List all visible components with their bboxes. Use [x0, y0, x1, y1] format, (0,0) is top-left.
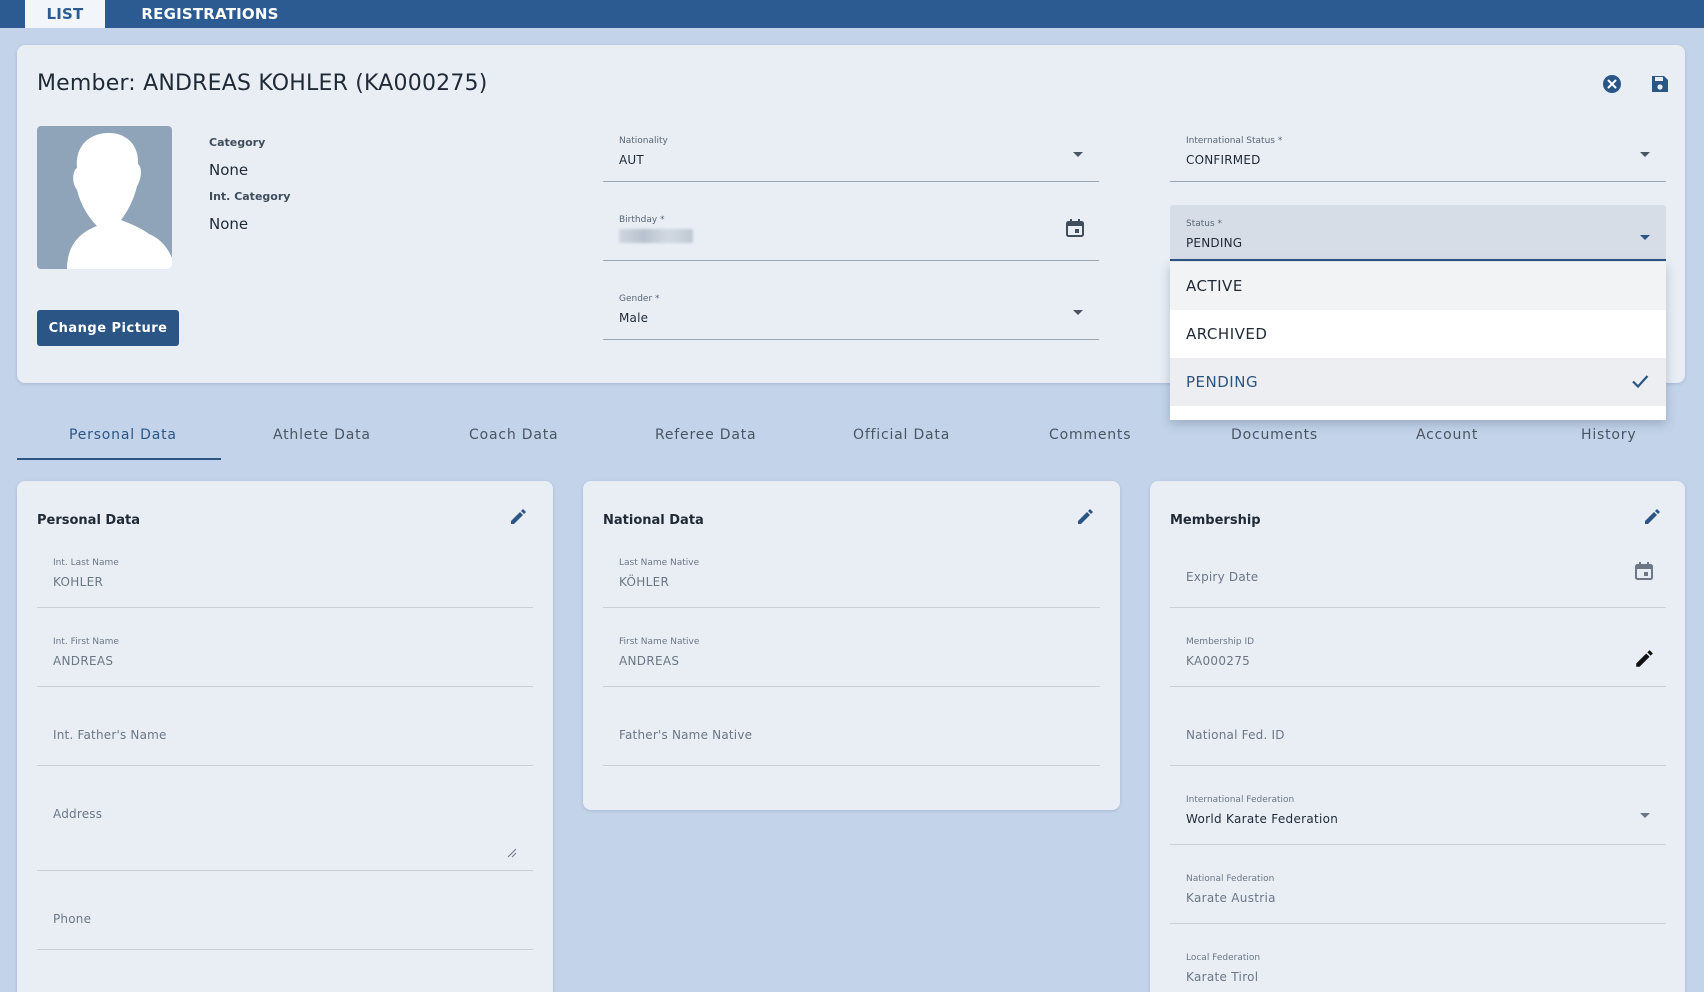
tab-list[interactable]: LIST [25, 0, 105, 28]
calendar-icon[interactable] [1065, 218, 1085, 242]
first-name-native-field[interactable]: First Name Native ANDREAS [603, 623, 1100, 687]
local-federation-label: Local Federation [1186, 953, 1261, 963]
national-federation-value: Karate Austria [1186, 891, 1276, 905]
calendar-icon[interactable] [1634, 561, 1654, 585]
pencil-icon[interactable] [509, 508, 529, 528]
chevron-down-icon [1073, 152, 1083, 157]
expiry-date-field[interactable]: Expiry Date [1170, 544, 1666, 608]
gender-label: Gender * [619, 294, 660, 304]
status-value: PENDING [1186, 236, 1243, 250]
tab-account[interactable]: Account [1416, 427, 1478, 443]
address-textarea[interactable]: Address [37, 781, 533, 871]
membership-card: Membership Expiry Date Membership ID KA0… [1150, 481, 1685, 992]
membership-id-field[interactable]: Membership ID KA000275 [1170, 623, 1666, 687]
avatar-silhouette-icon [67, 132, 172, 269]
first-name-native-value: ANDREAS [619, 654, 680, 668]
int-first-name-field[interactable]: Int. First Name ANDREAS [37, 623, 533, 687]
expiry-date-placeholder: Expiry Date [1186, 570, 1259, 584]
tab-official-data[interactable]: Official Data [853, 427, 950, 443]
membership-id-value: KA000275 [1186, 654, 1251, 668]
gender-value: Male [619, 311, 649, 325]
membership-id-label: Membership ID [1186, 637, 1255, 647]
international-federation-value: World Karate Federation [1186, 812, 1339, 826]
local-federation-value: Karate Tirol [1186, 970, 1259, 984]
address-placeholder: Address [53, 807, 103, 821]
chevron-down-icon [1640, 813, 1650, 818]
nationality-value: AUT [619, 153, 644, 167]
father-name-native-placeholder: Father's Name Native [619, 728, 753, 742]
international-status-value: CONFIRMED [1186, 153, 1261, 167]
status-option-pending[interactable]: PENDING [1170, 358, 1666, 406]
national-federation-field[interactable]: National Federation Karate Austria [1170, 860, 1666, 924]
last-name-native-value: KÖHLER [619, 575, 670, 589]
status-select[interactable]: Status * PENDING [1170, 205, 1666, 261]
father-name-native-field[interactable]: Father's Name Native [603, 702, 1100, 766]
national-data-title: National Data [603, 513, 704, 528]
resize-handle-icon[interactable] [507, 843, 517, 862]
birthday-value [619, 229, 693, 246]
birthday-label: Birthday * [619, 215, 665, 225]
first-name-native-label: First Name Native [619, 637, 700, 647]
category-label: Category [209, 136, 266, 149]
last-name-native-field[interactable]: Last Name Native KÖHLER [603, 544, 1100, 608]
page-title: Member: ANDREAS KOHLER (KA000275) [37, 71, 488, 96]
national-data-card: National Data Last Name Native KÖHLER Fi… [583, 481, 1120, 810]
tab-referee-data[interactable]: Referee Data [655, 427, 756, 443]
tab-history[interactable]: History [1581, 427, 1636, 443]
status-option-active[interactable]: ACTIVE [1170, 262, 1666, 310]
top-nav-bar: LIST REGISTRATIONS [0, 0, 1704, 28]
personal-data-card: Personal Data Int. Last Name KOHLER Int.… [17, 481, 553, 992]
tab-comments[interactable]: Comments [1049, 427, 1131, 443]
tab-personal-data[interactable]: Personal Data [69, 427, 177, 443]
national-federation-label: National Federation [1186, 874, 1275, 884]
int-father-name-placeholder: Int. Father's Name [53, 728, 167, 742]
pencil-icon[interactable] [1076, 508, 1096, 528]
nationality-select[interactable]: Nationality AUT [603, 122, 1099, 182]
local-federation-field[interactable]: Local Federation Karate Tirol [1170, 939, 1666, 992]
gender-select[interactable]: Gender * Male [603, 280, 1099, 340]
chevron-down-icon [1073, 310, 1083, 315]
membership-title: Membership [1170, 513, 1261, 528]
last-name-native-label: Last Name Native [619, 558, 700, 568]
category-value: None [209, 161, 249, 179]
national-fed-id-placeholder: National Fed. ID [1186, 728, 1285, 742]
int-first-name-label: Int. First Name [53, 637, 119, 647]
phone-placeholder: Phone [53, 912, 92, 926]
chevron-down-icon [1640, 235, 1650, 240]
close-icon[interactable] [1601, 73, 1623, 95]
international-federation-label: International Federation [1186, 795, 1295, 805]
personal-data-title: Personal Data [37, 513, 140, 528]
status-dropdown-menu: ACTIVE ARCHIVED PENDING [1170, 262, 1666, 420]
status-option-archived[interactable]: ARCHIVED [1170, 310, 1666, 358]
international-status-label: International Status * [1186, 136, 1283, 146]
active-tab-indicator [17, 458, 221, 460]
pencil-icon[interactable] [1643, 508, 1663, 528]
int-last-name-label: Int. Last Name [53, 558, 119, 568]
tab-documents[interactable]: Documents [1231, 427, 1318, 443]
int-first-name-value: ANDREAS [53, 654, 114, 668]
international-status-select[interactable]: International Status * CONFIRMED [1170, 122, 1666, 182]
status-option-pending-label: PENDING [1186, 373, 1259, 391]
int-category-label: Int. Category [209, 190, 291, 203]
tab-athlete-data[interactable]: Athlete Data [273, 427, 371, 443]
int-category-value: None [209, 215, 249, 233]
international-federation-select[interactable]: International Federation World Karate Fe… [1170, 781, 1666, 845]
status-label: Status * [1186, 219, 1223, 229]
nationality-label: Nationality [619, 136, 668, 146]
save-icon[interactable] [1649, 73, 1671, 95]
birthday-field[interactable]: Birthday * [603, 201, 1099, 261]
pencil-icon[interactable] [1634, 649, 1654, 673]
phone-field[interactable]: Phone [37, 886, 533, 950]
tab-coach-data[interactable]: Coach Data [469, 427, 558, 443]
chevron-down-icon [1640, 152, 1650, 157]
int-last-name-field[interactable]: Int. Last Name KOHLER [37, 544, 533, 608]
tab-registrations[interactable]: REGISTRATIONS [140, 0, 280, 28]
avatar [37, 126, 172, 269]
change-picture-button[interactable]: Change Picture [37, 310, 179, 346]
check-icon [1630, 371, 1650, 395]
national-fed-id-field[interactable]: National Fed. ID [1170, 702, 1666, 766]
int-father-name-field[interactable]: Int. Father's Name [37, 702, 533, 766]
int-last-name-value: KOHLER [53, 575, 104, 589]
